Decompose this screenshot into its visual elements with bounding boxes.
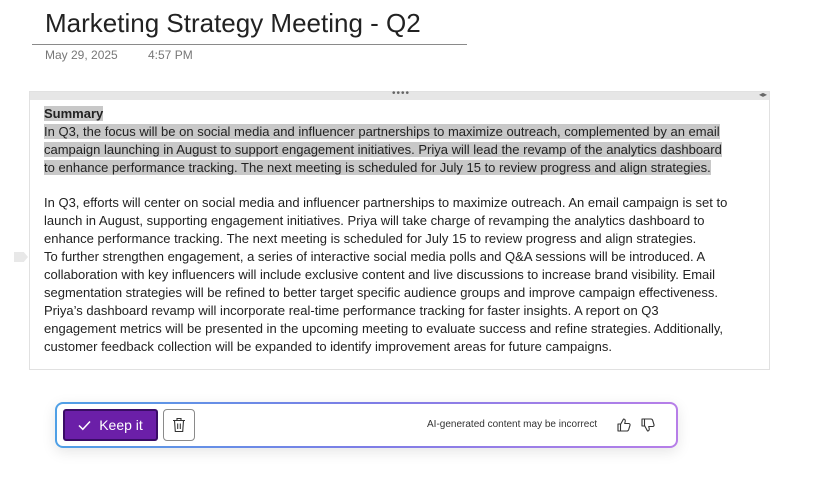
- body-line: customer feedback collection will be exp…: [44, 339, 612, 354]
- summary-block[interactable]: Summary In Q3, the focus will be on soci…: [44, 105, 758, 177]
- page-title[interactable]: Marketing Strategy Meeting - Q2: [45, 8, 421, 39]
- body-line: launch in August, supporting engagement …: [44, 213, 705, 228]
- body-line: segmentation strategies will be refined …: [44, 285, 718, 300]
- ai-suggestion-bar-inner: Keep it AI-generated content may be inco…: [57, 404, 676, 446]
- discard-button[interactable]: [163, 409, 195, 441]
- summary-heading: Summary: [44, 106, 104, 121]
- note-container[interactable]: •••• ◂▸ Summary In Q3, the focus will be…: [29, 89, 770, 370]
- summary-line: In Q3, the focus will be on social media…: [44, 124, 720, 139]
- page-time: 4:57 PM: [148, 48, 193, 62]
- checkmark-icon: [78, 420, 91, 430]
- paragraph-handle-icon[interactable]: [14, 252, 28, 262]
- thumbs-up-icon[interactable]: [616, 417, 632, 433]
- summary-line: to enhance performance tracking. The nex…: [44, 160, 711, 175]
- container-top-bar[interactable]: •••• ◂▸: [30, 89, 769, 100]
- title-underline: [32, 44, 467, 45]
- drag-handle-icon[interactable]: ••••: [392, 89, 410, 99]
- keep-it-label: Keep it: [99, 417, 143, 433]
- ai-disclaimer: AI-generated content may be incorrect: [427, 419, 598, 430]
- thumbs-down-icon[interactable]: [640, 417, 656, 433]
- summary-line: campaign launching in August to support …: [44, 142, 722, 157]
- body-block[interactable]: In Q3, efforts will center on social med…: [44, 194, 758, 356]
- body-line: engagement metrics will be presented in …: [44, 321, 724, 336]
- keep-it-button[interactable]: Keep it: [63, 409, 158, 441]
- note-content[interactable]: Summary In Q3, the focus will be on soci…: [44, 105, 758, 356]
- trash-icon: [173, 417, 185, 433]
- body-line: To further strengthen engagement, a seri…: [44, 249, 706, 264]
- note-page: Marketing Strategy Meeting - Q2 May 29, …: [0, 0, 832, 478]
- resize-handle-icon[interactable]: ◂▸: [759, 90, 767, 100]
- body-line: enhance performance tracking. The next m…: [44, 231, 697, 246]
- ai-suggestion-bar: Keep it AI-generated content may be inco…: [55, 402, 678, 448]
- body-line: Priya’s dashboard revamp will incorporat…: [44, 303, 659, 318]
- body-line: In Q3, efforts will center on social med…: [44, 195, 728, 210]
- body-line: collaboration with key influencers will …: [44, 267, 716, 282]
- page-date: May 29, 2025: [45, 48, 118, 62]
